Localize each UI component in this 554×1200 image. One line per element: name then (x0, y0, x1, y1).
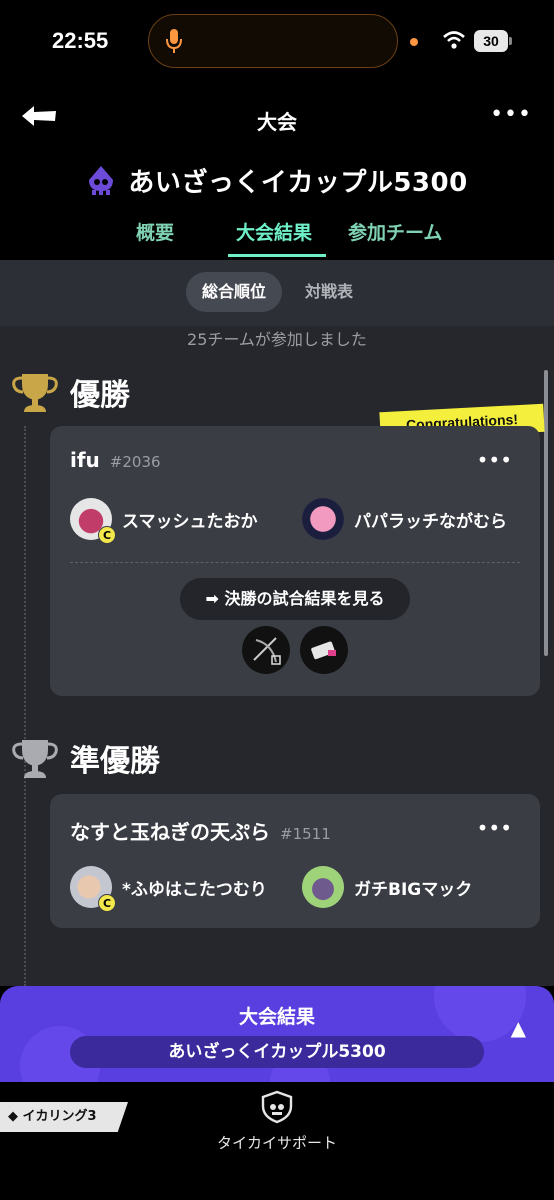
result-bar-tournament: あいざっくイカップル5300 (70, 1036, 484, 1068)
timeline-line (24, 426, 26, 986)
member-name: スマッシュたおか (122, 511, 258, 532)
bottom-navigation: ◆ イカリング3 タイカイサポート (0, 1082, 554, 1200)
participants-count: 25チームが参加しました (187, 330, 367, 349)
tournament-support-tab[interactable]: タイカイサポート (200, 1090, 354, 1153)
team-name: なすと玉ねぎの天ぷら (70, 820, 270, 844)
tab-teams[interactable]: 参加チーム (348, 218, 442, 260)
tournament-heading: あいざっくイカップル5300 (0, 160, 554, 200)
subtab-bracket[interactable]: 対戦表 (288, 272, 370, 312)
team-title-row: なすと玉ねぎの天ぷら #1511 (70, 816, 331, 845)
status-bar: 22:55 30 (0, 0, 554, 86)
rank-heading-runner-up: 準優勝 (10, 736, 160, 780)
team-name: ifu (70, 448, 100, 472)
avatar (302, 866, 344, 908)
member-name: ガチBIGマック (354, 879, 473, 900)
view-final-results-button[interactable]: ➡ 決勝の試合結果を見る (180, 578, 410, 620)
arrow-right-icon: ➡ (205, 589, 225, 608)
avatar (302, 498, 344, 540)
member-item[interactable]: C スマッシュたおか (70, 498, 258, 544)
team-more-button[interactable]: ••• (477, 816, 512, 840)
tournament-name: あいざっくイカップル5300 (128, 167, 468, 198)
active-tab-indicator (228, 254, 326, 257)
tab-overview[interactable]: 概要 (136, 218, 174, 260)
ikaring-label: イカリング3 (22, 1109, 97, 1124)
result-summary-bar[interactable]: 大会結果 あいざっくイカップル5300 ▲ (0, 986, 554, 1082)
weapon-special-icon[interactable] (300, 626, 348, 674)
wifi-icon (443, 31, 465, 49)
team-card-runner-up[interactable]: なすと玉ねぎの天ぷら #1511 ••• C *ふゆはこたつむり ガチBIGマッ… (50, 794, 540, 928)
more-menu-button[interactable]: ••• (490, 102, 532, 127)
status-time: 22:55 (52, 28, 109, 53)
rank-label-winner: 優勝 (70, 378, 130, 413)
battery-tip (509, 37, 512, 45)
team-more-button[interactable]: ••• (477, 448, 512, 472)
tab-bar: 概要 大会結果 参加チーム (0, 218, 554, 260)
captain-badge-icon: C (98, 526, 116, 544)
results-content[interactable]: 25チームが参加しました 優勝 Congratulations! ifu #20… (0, 326, 554, 986)
page-title: 大会 (257, 110, 297, 134)
silver-trophy-icon (12, 740, 58, 778)
member-item[interactable]: ガチBIGマック (302, 866, 472, 908)
rank-heading-winner: 優勝 (10, 370, 130, 414)
divider (70, 562, 520, 563)
rank-label-runner-up: 準優勝 (70, 744, 160, 779)
result-bar-title: 大会結果 (238, 1006, 315, 1028)
app-header: 大会 ••• あいざっくイカップル5300 概要 大会結果 参加チーム (0, 86, 554, 260)
battery-icon: 30 (474, 30, 508, 52)
squid-icon (89, 166, 114, 195)
weapon-bow-icon[interactable] (242, 626, 290, 674)
team-id: #2036 (109, 453, 161, 471)
final-button-label: 決勝の試合結果を見る (224, 589, 385, 608)
captain-badge-icon: C (98, 894, 116, 912)
avatar: C (70, 866, 116, 912)
gold-trophy-icon (12, 374, 58, 412)
ikaring-tab[interactable]: ◆ イカリング3 (0, 1102, 128, 1132)
team-card-winner[interactable]: ifu #2036 ••• C スマッシュたおか パパラッチながむら ➡ 決勝の… (50, 426, 540, 696)
microphone-icon (166, 29, 182, 53)
member-item[interactable]: C *ふゆはこたつむり (70, 866, 267, 912)
support-label: タイカイサポート (216, 1134, 337, 1152)
member-name: パパラッチながむら (354, 511, 507, 532)
expand-up-icon[interactable]: ▲ (511, 1016, 526, 1040)
member-item[interactable]: パパラッチながむら (302, 498, 507, 540)
squid-small-icon: ◆ (8, 1109, 23, 1124)
support-shield-icon (261, 1090, 293, 1124)
subtab-overall-ranking[interactable]: 総合順位 (186, 272, 282, 312)
team-id: #1511 (280, 825, 331, 843)
dynamic-island (148, 14, 398, 68)
scrollbar[interactable] (544, 370, 548, 656)
sub-tab-bar: 総合順位 対戦表 (0, 260, 554, 326)
avatar: C (70, 498, 116, 544)
privacy-dot-icon (410, 38, 418, 46)
member-name: *ふゆはこたつむり (122, 879, 267, 900)
team-title-row: ifu #2036 (70, 448, 161, 472)
